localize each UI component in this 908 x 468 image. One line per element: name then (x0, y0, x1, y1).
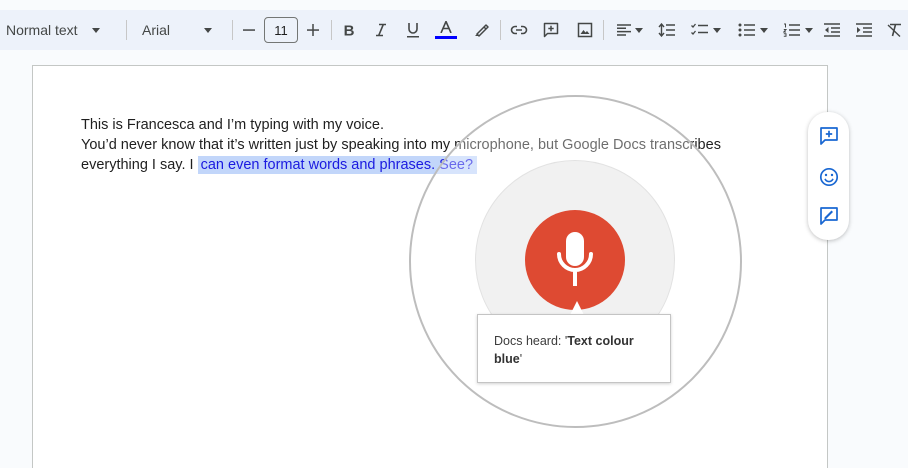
link-icon (510, 25, 528, 35)
bold-icon: B (344, 23, 355, 37)
decrease-font-size-button[interactable] (238, 10, 260, 50)
decrease-indent-icon (824, 23, 840, 37)
tooltip-arrow (570, 301, 584, 315)
chevron-down-icon (713, 27, 721, 33)
bold-button[interactable]: B (337, 10, 361, 50)
chevron-down-icon (760, 27, 768, 33)
formatting-toolbar: Normal text Arial 11 B (0, 10, 908, 50)
insert-link-button[interactable] (507, 10, 531, 50)
font-family-label: Arial (142, 22, 171, 38)
increase-indent-button[interactable] (852, 10, 876, 50)
add-comment-icon (820, 127, 838, 145)
increase-indent-icon (856, 23, 872, 37)
suggest-edits-button[interactable] (817, 204, 841, 228)
heard-prefix: Docs heard: ' (494, 334, 568, 348)
text-color-swatch (435, 36, 457, 39)
checklist-icon (691, 23, 708, 35)
svg-text:B: B (344, 23, 355, 37)
add-comment-button[interactable] (817, 124, 841, 148)
toolbar-divider (126, 20, 127, 40)
chevron-down-icon (635, 27, 643, 33)
suggest-edit-icon (820, 207, 838, 225)
line-spacing-button[interactable] (655, 10, 679, 50)
italic-icon (376, 23, 386, 37)
highlighter-pen-icon (475, 24, 489, 37)
chevron-down-icon (91, 27, 100, 33)
underline-icon (407, 23, 419, 38)
paragraph-style-dropdown[interactable]: Normal text (6, 10, 118, 50)
text-color-icon (440, 21, 452, 33)
numbered-list-icon (783, 23, 800, 37)
microphone-button[interactable] (525, 210, 625, 310)
add-comment-icon (543, 22, 559, 38)
chevron-down-icon (204, 27, 213, 33)
highlight-color-button[interactable] (469, 10, 493, 50)
align-left-icon (617, 24, 631, 36)
plus-icon (307, 24, 319, 36)
line-spacing-icon (658, 23, 675, 37)
decrease-indent-button[interactable] (820, 10, 844, 50)
insert-image-button[interactable] (573, 10, 597, 50)
italic-button[interactable] (369, 10, 393, 50)
text-color-button[interactable] (433, 10, 459, 50)
minus-icon (243, 29, 255, 31)
clear-formatting-icon (887, 23, 901, 37)
side-action-panel (808, 112, 849, 240)
font-size-input[interactable]: 11 (264, 17, 298, 43)
image-icon (577, 22, 593, 38)
bulleted-list-icon (738, 23, 755, 37)
toolbar-divider (331, 20, 332, 40)
align-dropdown[interactable] (612, 10, 648, 50)
docs-heard-tooltip: Docs heard: 'Text colour blue' (477, 314, 671, 383)
bulleted-list-dropdown[interactable] (733, 10, 773, 50)
add-comment-button[interactable] (539, 10, 563, 50)
numbered-list-dropdown[interactable] (778, 10, 818, 50)
paragraph-style-label: Normal text (6, 22, 78, 38)
chevron-down-icon (805, 27, 813, 33)
clear-formatting-button[interactable] (884, 10, 906, 50)
toolbar-divider (500, 20, 501, 40)
emoji-icon (819, 167, 839, 187)
increase-font-size-button[interactable] (302, 10, 324, 50)
document-line-text: everything I say. I (81, 157, 194, 173)
font-family-dropdown[interactable]: Arial (138, 10, 222, 50)
toolbar-divider (232, 20, 233, 40)
microphone-icon (557, 232, 593, 286)
checklist-dropdown[interactable] (686, 10, 726, 50)
toolbar-divider (603, 20, 604, 40)
heard-suffix: ' (519, 352, 523, 366)
underline-button[interactable] (401, 10, 425, 50)
add-emoji-reaction-button[interactable] (817, 165, 841, 189)
